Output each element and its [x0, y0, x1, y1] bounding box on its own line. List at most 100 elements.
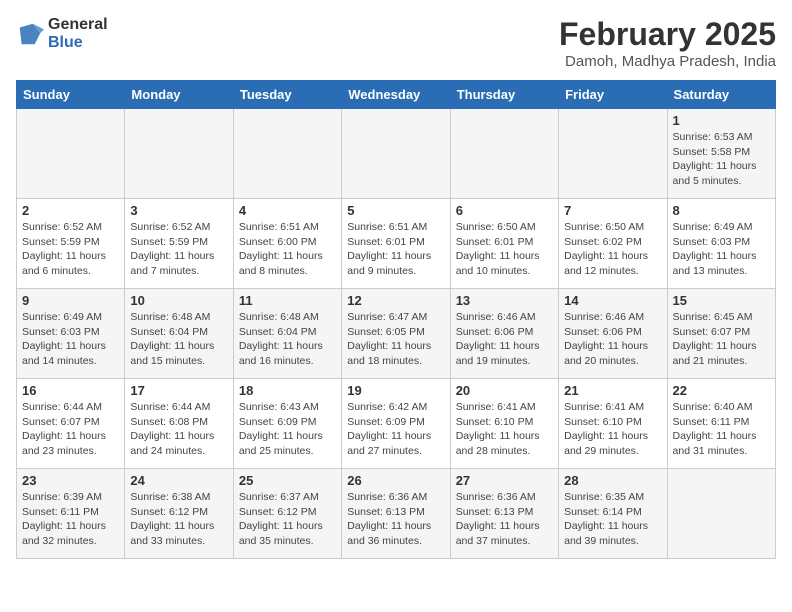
- calendar-cell: 17 Sunrise: 6:44 AM Sunset: 6:08 PM Dayli…: [125, 379, 233, 469]
- day-number: 17: [130, 383, 227, 398]
- calendar-cell: 24 Sunrise: 6:38 AM Sunset: 6:12 PM Dayli…: [125, 469, 233, 559]
- logo: General Blue: [16, 16, 108, 51]
- day-info: Sunrise: 6:44 AM Sunset: 6:07 PM Dayligh…: [22, 400, 119, 459]
- day-number: 21: [564, 383, 661, 398]
- calendar-title: February 2025: [559, 16, 776, 53]
- calendar-cell: [342, 109, 450, 199]
- day-info: Sunrise: 6:39 AM Sunset: 6:11 PM Dayligh…: [22, 490, 119, 549]
- day-info: Sunrise: 6:49 AM Sunset: 6:03 PM Dayligh…: [673, 220, 770, 279]
- day-info: Sunrise: 6:36 AM Sunset: 6:13 PM Dayligh…: [347, 490, 444, 549]
- calendar-week-5: 23 Sunrise: 6:39 AM Sunset: 6:11 PM Dayli…: [17, 469, 776, 559]
- day-number: 11: [239, 293, 336, 308]
- day-info: Sunrise: 6:41 AM Sunset: 6:10 PM Dayligh…: [564, 400, 661, 459]
- day-number: 22: [673, 383, 770, 398]
- calendar-cell: 11Sunrise: 6:48 AM Sunset: 6:04 PM Dayli…: [233, 289, 341, 379]
- day-number: 12: [347, 293, 444, 308]
- day-number: 24: [130, 473, 227, 488]
- day-number: 19: [347, 383, 444, 398]
- calendar-cell: 16 Sunrise: 6:44 AM Sunset: 6:07 PM Dayli…: [17, 379, 125, 469]
- calendar-cell: 10 Sunrise: 6:48 AM Sunset: 6:04 PM Dayli…: [125, 289, 233, 379]
- weekday-sunday: Sunday: [17, 81, 125, 109]
- day-number: 8: [673, 203, 770, 218]
- day-info: Sunrise: 6:40 AM Sunset: 6:11 PM Dayligh…: [673, 400, 770, 459]
- calendar-cell: 12 Sunrise: 6:47 AM Sunset: 6:05 PM Dayli…: [342, 289, 450, 379]
- calendar-cell: 7 Sunrise: 6:50 AM Sunset: 6:02 PM Daylig…: [559, 199, 667, 289]
- day-number: 18: [239, 383, 336, 398]
- day-info: Sunrise: 6:43 AM Sunset: 6:09 PM Dayligh…: [239, 400, 336, 459]
- calendar-cell: 5 Sunrise: 6:51 AM Sunset: 6:01 PM Daylig…: [342, 199, 450, 289]
- day-info: Sunrise: 6:46 AM Sunset: 6:06 PM Dayligh…: [456, 310, 553, 369]
- calendar-week-1: 1Sunrise: 6:53 AM Sunset: 5:58 PM Daylig…: [17, 109, 776, 199]
- calendar-cell: 2 Sunrise: 6:52 AM Sunset: 5:59 PM Daylig…: [17, 199, 125, 289]
- calendar-table: SundayMondayTuesdayWednesdayThursdayFrid…: [16, 80, 776, 559]
- day-info: Sunrise: 6:52 AM Sunset: 5:59 PM Dayligh…: [22, 220, 119, 279]
- day-info: Sunrise: 6:50 AM Sunset: 6:01 PM Dayligh…: [456, 220, 553, 279]
- day-info: Sunrise: 6:49 AM Sunset: 6:03 PM Dayligh…: [22, 310, 119, 369]
- day-number: 14: [564, 293, 661, 308]
- calendar-cell: 27Sunrise: 6:36 AM Sunset: 6:13 PM Dayli…: [450, 469, 558, 559]
- calendar-cell: 28 Sunrise: 6:35 AM Sunset: 6:14 PM Dayli…: [559, 469, 667, 559]
- weekday-thursday: Thursday: [450, 81, 558, 109]
- calendar-cell: 13 Sunrise: 6:46 AM Sunset: 6:06 PM Dayli…: [450, 289, 558, 379]
- calendar-cell: 19 Sunrise: 6:42 AM Sunset: 6:09 PM Dayli…: [342, 379, 450, 469]
- calendar-header: SundayMondayTuesdayWednesdayThursdayFrid…: [17, 81, 776, 109]
- calendar-cell: 4 Sunrise: 6:51 AM Sunset: 6:00 PM Daylig…: [233, 199, 341, 289]
- day-info: Sunrise: 6:48 AM Sunset: 6:04 PM Dayligh…: [130, 310, 227, 369]
- weekday-row: SundayMondayTuesdayWednesdayThursdayFrid…: [17, 81, 776, 109]
- day-number: 13: [456, 293, 553, 308]
- day-number: 4: [239, 203, 336, 218]
- day-number: 15: [673, 293, 770, 308]
- day-info: Sunrise: 6:53 AM Sunset: 5:58 PM Dayligh…: [673, 130, 770, 189]
- day-number: 7: [564, 203, 661, 218]
- day-info: Sunrise: 6:51 AM Sunset: 6:01 PM Dayligh…: [347, 220, 444, 279]
- day-info: Sunrise: 6:47 AM Sunset: 6:05 PM Dayligh…: [347, 310, 444, 369]
- day-info: Sunrise: 6:50 AM Sunset: 6:02 PM Dayligh…: [564, 220, 661, 279]
- calendar-cell: 6Sunrise: 6:50 AM Sunset: 6:01 PM Daylig…: [450, 199, 558, 289]
- day-number: 9: [22, 293, 119, 308]
- calendar-week-2: 2 Sunrise: 6:52 AM Sunset: 5:59 PM Daylig…: [17, 199, 776, 289]
- calendar-cell: [667, 469, 775, 559]
- day-info: Sunrise: 6:46 AM Sunset: 6:06 PM Dayligh…: [564, 310, 661, 369]
- logo-blue: Blue: [48, 34, 108, 52]
- calendar-cell: 23 Sunrise: 6:39 AM Sunset: 6:11 PM Dayli…: [17, 469, 125, 559]
- calendar-cell: 9 Sunrise: 6:49 AM Sunset: 6:03 PM Daylig…: [17, 289, 125, 379]
- day-number: 5: [347, 203, 444, 218]
- day-number: 2: [22, 203, 119, 218]
- calendar-cell: 22 Sunrise: 6:40 AM Sunset: 6:11 PM Dayli…: [667, 379, 775, 469]
- title-block: February 2025 Damoh, Madhya Pradesh, Ind…: [559, 16, 776, 70]
- day-number: 26: [347, 473, 444, 488]
- day-number: 28: [564, 473, 661, 488]
- day-number: 20: [456, 383, 553, 398]
- day-number: 10: [130, 293, 227, 308]
- weekday-tuesday: Tuesday: [233, 81, 341, 109]
- calendar-cell: 1Sunrise: 6:53 AM Sunset: 5:58 PM Daylig…: [667, 109, 775, 199]
- day-info: Sunrise: 6:35 AM Sunset: 6:14 PM Dayligh…: [564, 490, 661, 549]
- day-info: Sunrise: 6:51 AM Sunset: 6:00 PM Dayligh…: [239, 220, 336, 279]
- calendar-cell: 21 Sunrise: 6:41 AM Sunset: 6:10 PM Dayli…: [559, 379, 667, 469]
- logo-text: General Blue: [48, 16, 108, 51]
- calendar-week-4: 16 Sunrise: 6:44 AM Sunset: 6:07 PM Dayli…: [17, 379, 776, 469]
- weekday-saturday: Saturday: [667, 81, 775, 109]
- day-info: Sunrise: 6:38 AM Sunset: 6:12 PM Dayligh…: [130, 490, 227, 549]
- day-number: 3: [130, 203, 227, 218]
- weekday-monday: Monday: [125, 81, 233, 109]
- day-number: 16: [22, 383, 119, 398]
- calendar-cell: [17, 109, 125, 199]
- weekday-wednesday: Wednesday: [342, 81, 450, 109]
- calendar-cell: [559, 109, 667, 199]
- day-info: Sunrise: 6:42 AM Sunset: 6:09 PM Dayligh…: [347, 400, 444, 459]
- day-number: 27: [456, 473, 553, 488]
- calendar-cell: 26 Sunrise: 6:36 AM Sunset: 6:13 PM Dayli…: [342, 469, 450, 559]
- calendar-cell: 14 Sunrise: 6:46 AM Sunset: 6:06 PM Dayli…: [559, 289, 667, 379]
- logo-general: General: [48, 16, 108, 34]
- calendar-body: 1Sunrise: 6:53 AM Sunset: 5:58 PM Daylig…: [17, 109, 776, 559]
- day-number: 25: [239, 473, 336, 488]
- day-info: Sunrise: 6:44 AM Sunset: 6:08 PM Dayligh…: [130, 400, 227, 459]
- calendar-cell: [125, 109, 233, 199]
- day-number: 23: [22, 473, 119, 488]
- calendar-cell: 20Sunrise: 6:41 AM Sunset: 6:10 PM Dayli…: [450, 379, 558, 469]
- calendar-cell: 25Sunrise: 6:37 AM Sunset: 6:12 PM Dayli…: [233, 469, 341, 559]
- logo-icon: [16, 20, 44, 48]
- day-info: Sunrise: 6:52 AM Sunset: 5:59 PM Dayligh…: [130, 220, 227, 279]
- calendar-subtitle: Damoh, Madhya Pradesh, India: [559, 53, 776, 70]
